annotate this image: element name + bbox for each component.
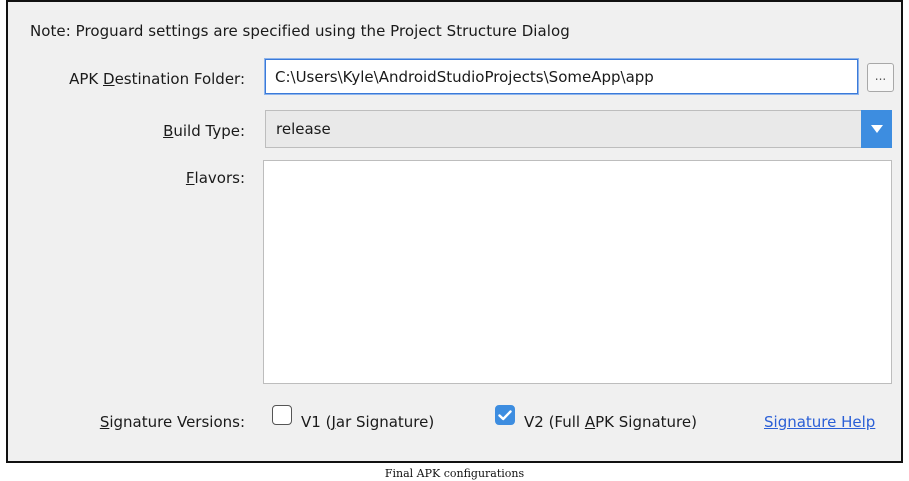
build-type-mnemonic: B bbox=[163, 122, 174, 140]
signature-versions-mnemonic: S bbox=[99, 413, 110, 431]
v2-label-pre: V2 (Full bbox=[524, 413, 585, 431]
build-type-label: Build Type: bbox=[163, 122, 245, 140]
signature-versions-label-post: ignature Versions: bbox=[109, 413, 245, 431]
v1-jar-signature-label[interactable]: V1 (Jar Signature) bbox=[301, 413, 434, 431]
v1-label-post: ar Signature) bbox=[335, 413, 435, 431]
figure-caption: Final APK configurations bbox=[384, 467, 525, 480]
v2-mnemonic: A bbox=[584, 413, 596, 431]
apk-destination-mnemonic: D bbox=[103, 70, 115, 88]
apk-destination-input[interactable] bbox=[265, 59, 858, 94]
browse-folder-button[interactable]: ... bbox=[867, 63, 894, 92]
build-type-label-post: uild Type: bbox=[173, 122, 245, 140]
build-type-value: release bbox=[276, 120, 331, 138]
check-icon bbox=[498, 409, 512, 420]
generate-signed-apk-dialog: Note: Proguard settings are specified us… bbox=[6, 0, 903, 463]
proguard-note: Note: Proguard settings are specified us… bbox=[30, 22, 570, 40]
apk-destination-label: APK Destination Folder: bbox=[69, 70, 245, 88]
flavors-list[interactable] bbox=[263, 160, 892, 384]
chevron-down-icon bbox=[870, 125, 883, 133]
apk-destination-label-post: estination Folder: bbox=[114, 70, 245, 88]
flavors-label-post: lavors: bbox=[194, 169, 245, 187]
v2-full-apk-signature-label[interactable]: V2 (Full APK Signature) bbox=[524, 413, 697, 431]
v2-full-apk-signature-checkbox[interactable] bbox=[495, 405, 515, 425]
build-type-dropdown-button[interactable] bbox=[861, 110, 892, 148]
signature-help-link[interactable]: Signature Help bbox=[764, 413, 875, 431]
v2-label-post: PK Signature) bbox=[595, 413, 697, 431]
apk-destination-label-pre: APK bbox=[69, 70, 103, 88]
flavors-mnemonic: F bbox=[185, 169, 195, 187]
flavors-label: Flavors: bbox=[186, 169, 245, 187]
v1-label-pre: V1 ( bbox=[301, 413, 332, 431]
build-type-select[interactable]: release bbox=[265, 110, 892, 148]
signature-versions-label: Signature Versions: bbox=[100, 413, 245, 431]
v1-jar-signature-checkbox[interactable] bbox=[272, 405, 292, 425]
